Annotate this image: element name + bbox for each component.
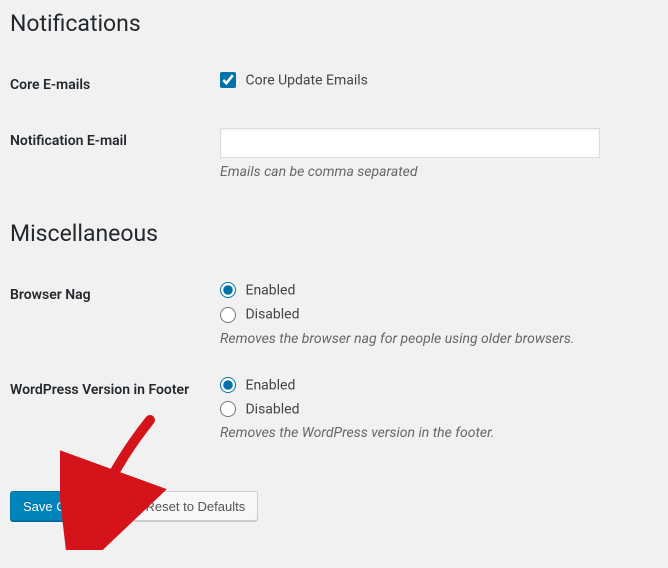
browser-nag-description: Removes the browser nag for people using… bbox=[220, 331, 638, 347]
miscellaneous-heading: Miscellaneous bbox=[10, 220, 648, 247]
core-emails-label: Core E-mails bbox=[10, 57, 210, 113]
reset-defaults-button[interactable]: Reset to Defaults bbox=[133, 491, 259, 521]
browser-nag-enabled-label: Enabled bbox=[245, 282, 295, 298]
browser-nag-enabled-radio[interactable] bbox=[220, 282, 236, 298]
browser-nag-disabled-label: Disabled bbox=[245, 307, 299, 323]
wp-version-enabled-radio[interactable] bbox=[220, 377, 236, 393]
notification-email-description: Emails can be comma separated bbox=[220, 164, 638, 180]
wp-version-label: WordPress Version in Footer bbox=[10, 362, 210, 457]
notifications-heading: Notifications bbox=[10, 10, 648, 37]
core-update-emails-checkbox-label: Core Update Emails bbox=[245, 72, 367, 88]
notification-email-label: Notification E-mail bbox=[10, 113, 210, 195]
wp-version-enabled-label: Enabled bbox=[245, 377, 295, 393]
miscellaneous-table: Browser Nag Enabled Disabled Removes the… bbox=[10, 267, 648, 456]
notification-email-input[interactable] bbox=[220, 128, 600, 158]
browser-nag-disabled-radio[interactable] bbox=[220, 307, 236, 323]
core-update-emails-checkbox[interactable] bbox=[220, 72, 236, 88]
browser-nag-label: Browser Nag bbox=[10, 267, 210, 362]
wp-version-disabled-label: Disabled bbox=[245, 401, 299, 417]
notifications-table: Core E-mails Core Update Emails Notifica… bbox=[10, 57, 648, 195]
save-changes-button[interactable]: Save Changes bbox=[10, 491, 121, 521]
wp-version-disabled-radio[interactable] bbox=[220, 401, 236, 417]
wp-version-description: Removes the WordPress version in the foo… bbox=[220, 425, 638, 441]
